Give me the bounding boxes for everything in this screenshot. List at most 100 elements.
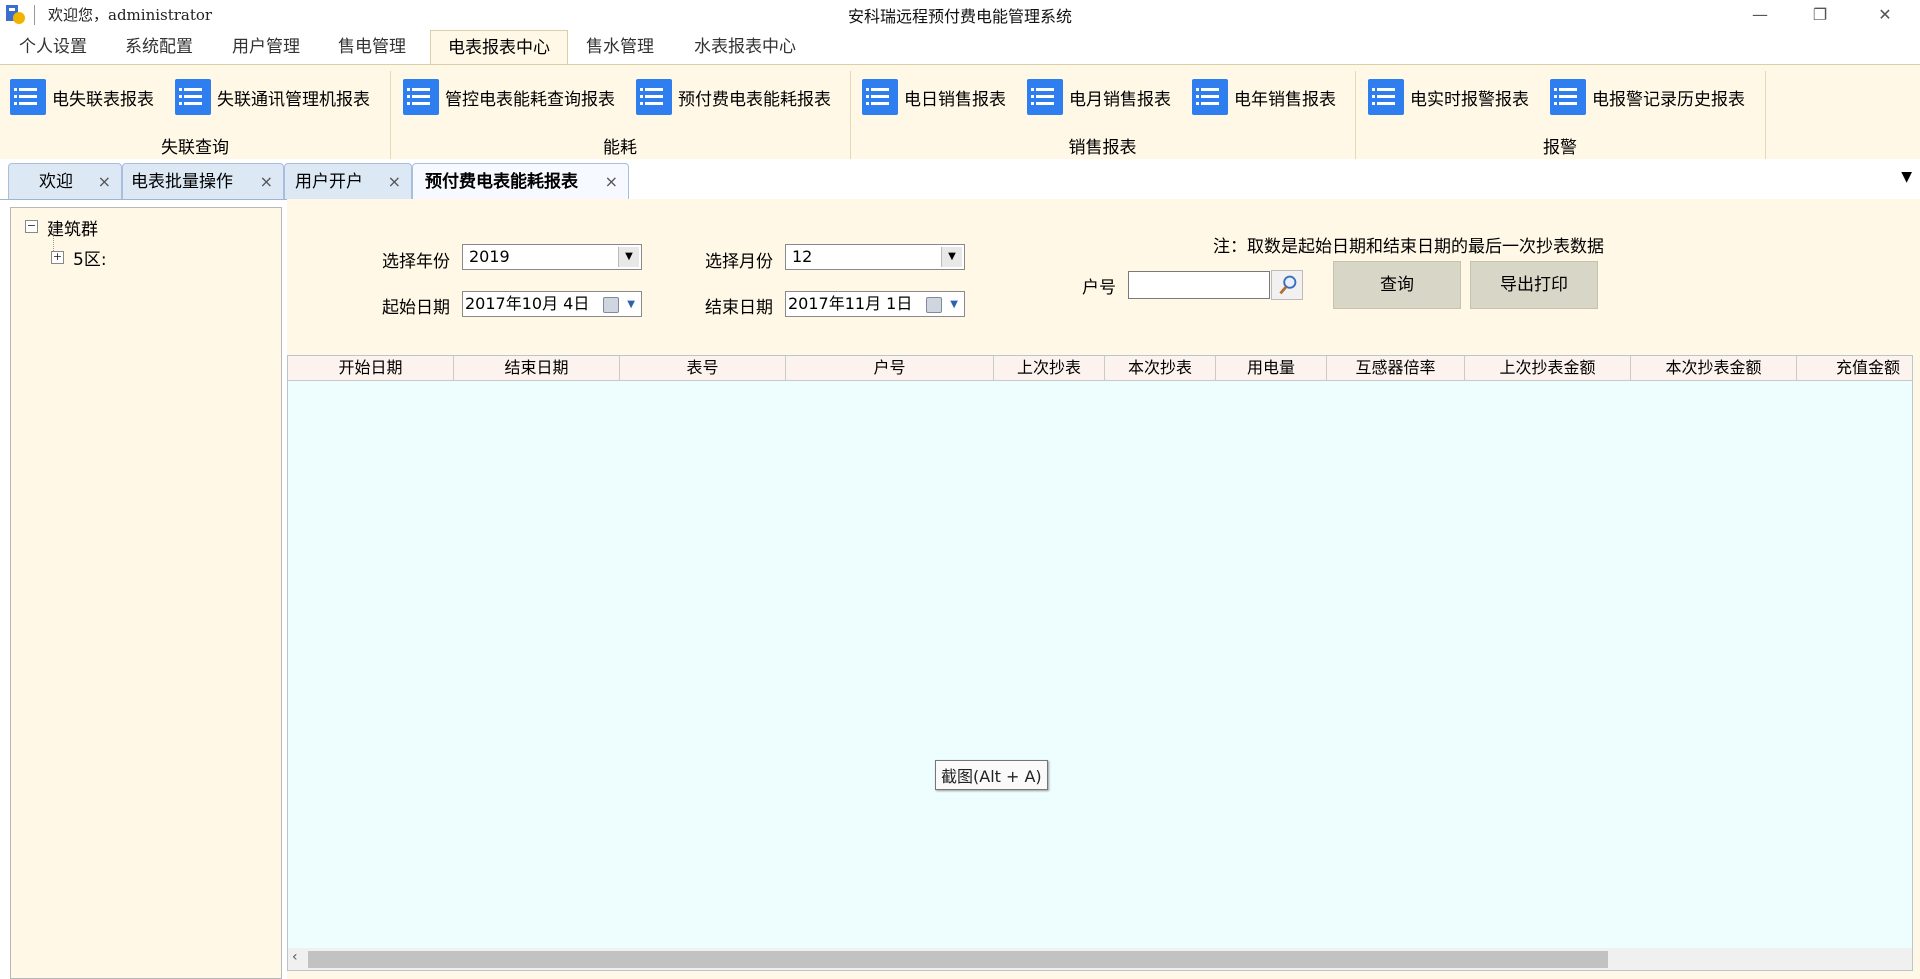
dropdown-arrow-icon: ▼ [950, 299, 958, 310]
doc-tab-user-account-open[interactable]: 用户开户 × [284, 163, 412, 199]
column-header-end-date[interactable]: 结束日期 [454, 356, 620, 380]
ribbon-button-daily-sales-report[interactable]: 电日销售报表 [862, 77, 1006, 117]
tree-node-zone-5[interactable]: 5区: [73, 245, 107, 270]
export-print-button[interactable]: 导出打印 [1470, 261, 1598, 309]
scroll-left-icon[interactable]: ‹ [292, 949, 298, 965]
report-list-icon [10, 79, 46, 115]
account-number-input[interactable] [1128, 271, 1270, 299]
ribbon-button-offline-comm-manager-report[interactable]: 失联通讯管理机报表 [175, 77, 370, 117]
ribbon-separator [1765, 71, 1766, 159]
ribbon-group-alarm: 报警 [1543, 138, 1577, 158]
ribbon-group-sales-reports: 销售报表 [1068, 138, 1137, 158]
doc-tab-prepaid-energy-report[interactable]: 预付费电表能耗报表 × [412, 163, 629, 199]
horizontal-scrollbar[interactable]: ‹ [288, 948, 1912, 970]
close-button[interactable]: ✕ [1855, 0, 1915, 30]
ribbon-button-prepaid-meter-energy-report[interactable]: 预付费电表能耗报表 [636, 77, 831, 117]
building-tree-panel: − 建筑群 + 5区: [10, 207, 282, 979]
column-header-recharge-amount[interactable]: 充值金额 [1797, 356, 1912, 380]
title-bar: 欢迎您，administrator 安科瑞远程预付费电能管理系统 — ❐ ✕ [0, 0, 1920, 30]
ribbon-button-alarm-history-report[interactable]: 电报警记录历史报表 [1550, 77, 1745, 117]
report-list-icon [1368, 79, 1404, 115]
start-date-picker[interactable]: 2017年10月 4日 ▼ [462, 291, 642, 317]
doc-tab-label: 电表批量操作 [131, 172, 233, 192]
column-header-current-amount[interactable]: 本次抄表金额 [1631, 356, 1797, 380]
ribbon-button-controlled-meter-energy-report[interactable]: 管控电表能耗查询报表 [403, 77, 615, 117]
ribbon: 电失联表报表 失联通讯管理机报表 管控电表能耗查询报表 预付费电表能耗报表 电日… [0, 64, 1920, 160]
menu-tab-system-config[interactable]: 系统配置 [114, 30, 204, 64]
calendar-icon [926, 297, 942, 313]
report-list-icon [1192, 79, 1228, 115]
screenshot-tooltip: 截图(Alt + A) [935, 760, 1048, 790]
end-date-picker[interactable]: 2017年11月 1日 ▼ [785, 291, 965, 317]
account-label: 户号 [1082, 278, 1116, 298]
expand-node-icon[interactable]: + [51, 251, 64, 264]
tab-list-dropdown-icon[interactable]: ▼ [1901, 169, 1912, 185]
menu-bar: 个人设置 系统配置 用户管理 售电管理 电表报表中心 售水管理 水表报表中心 [0, 30, 1920, 65]
close-tab-icon[interactable]: × [605, 164, 618, 200]
calendar-icon [603, 297, 619, 313]
dropdown-arrow-icon: ▼ [941, 247, 962, 267]
document-tab-strip: 欢迎 × 电表批量操作 × 用户开户 × 预付费电表能耗报表 × ▼ [0, 159, 1920, 200]
year-value: 2019 [469, 247, 510, 266]
menu-tab-user-management[interactable]: 用户管理 [221, 30, 311, 64]
close-tab-icon[interactable]: × [98, 164, 111, 200]
column-header-account-no[interactable]: 户号 [786, 356, 994, 380]
column-header-current-reading[interactable]: 本次抄表 [1105, 356, 1216, 380]
column-header-start-date[interactable]: 开始日期 [288, 356, 454, 380]
doc-tab-label: 预付费电表能耗报表 [425, 172, 578, 192]
grid-header: 开始日期 结束日期 表号 户号 上次抄表 本次抄表 用电量 互感器倍率 上次抄表… [288, 356, 1912, 381]
menu-tab-water-sales[interactable]: 售水管理 [575, 30, 665, 64]
doc-tab-welcome[interactable]: 欢迎 × [8, 163, 122, 199]
column-header-ct-ratio[interactable]: 互感器倍率 [1327, 356, 1465, 380]
doc-tab-label: 欢迎 [39, 172, 73, 192]
menu-tab-personal-settings[interactable]: 个人设置 [8, 30, 98, 64]
report-data-grid: 开始日期 结束日期 表号 户号 上次抄表 本次抄表 用电量 互感器倍率 上次抄表… [287, 355, 1913, 971]
column-header-last-reading[interactable]: 上次抄表 [994, 356, 1105, 380]
ribbon-button-label: 预付费电表能耗报表 [678, 89, 831, 110]
start-date-value: 2017年10月 4日 [465, 294, 590, 313]
ribbon-group-offline-query: 失联查询 [161, 138, 229, 158]
ribbon-button-yearly-sales-report[interactable]: 电年销售报表 [1192, 77, 1336, 117]
close-tab-icon[interactable]: × [260, 164, 273, 200]
data-note: 注：取数是起始日期和结束日期的最后一次抄表数据 [1213, 237, 1604, 257]
minimize-button[interactable]: — [1730, 0, 1790, 30]
report-list-icon [636, 79, 672, 115]
report-list-icon [403, 79, 439, 115]
year-select[interactable]: 2019 ▼ [462, 244, 642, 270]
ribbon-button-label: 失联通讯管理机报表 [217, 89, 370, 110]
ribbon-button-label: 电失联表报表 [52, 89, 154, 110]
ribbon-button-monthly-sales-report[interactable]: 电月销售报表 [1027, 77, 1171, 117]
menu-tab-electricity-sales[interactable]: 售电管理 [327, 30, 417, 64]
column-header-consumption[interactable]: 用电量 [1216, 356, 1327, 380]
report-list-icon [1027, 79, 1063, 115]
query-button[interactable]: 查询 [1333, 261, 1461, 309]
menu-tab-meter-report-center[interactable]: 电表报表中心 [430, 30, 568, 65]
close-tab-icon[interactable]: × [388, 164, 401, 200]
column-header-meter-no[interactable]: 表号 [620, 356, 786, 380]
ribbon-button-label: 电日销售报表 [904, 89, 1006, 110]
app-title: 安科瑞远程预付费电能管理系统 [847, 7, 1072, 26]
ribbon-button-realtime-alarm-report[interactable]: 电实时报警报表 [1368, 77, 1529, 117]
report-list-icon [1550, 79, 1586, 115]
month-value: 12 [792, 247, 813, 266]
report-list-icon [862, 79, 898, 115]
doc-tab-meter-batch-ops[interactable]: 电表批量操作 × [122, 163, 284, 199]
ribbon-button-offline-meter-report[interactable]: 电失联表报表 [10, 77, 154, 117]
year-label: 选择年份 [382, 252, 450, 272]
dropdown-arrow-icon: ▼ [627, 299, 635, 310]
restore-button[interactable]: ❐ [1790, 0, 1850, 30]
month-label: 选择月份 [705, 252, 773, 272]
start-date-label: 起始日期 [382, 298, 450, 318]
doc-tab-label: 用户开户 [295, 172, 363, 192]
menu-tab-water-report-center[interactable]: 水表报表中心 [685, 30, 805, 64]
ribbon-button-label: 电月销售报表 [1069, 89, 1171, 110]
ribbon-button-label: 电实时报警报表 [1410, 89, 1529, 110]
month-select[interactable]: 12 ▼ [785, 244, 965, 270]
ribbon-button-label: 电年销售报表 [1234, 89, 1336, 110]
ribbon-group-energy: 能耗 [603, 138, 637, 158]
report-list-icon [175, 79, 211, 115]
column-header-last-amount[interactable]: 上次抄表金额 [1465, 356, 1631, 380]
collapse-node-icon[interactable]: − [25, 220, 38, 233]
scrollbar-thumb[interactable] [308, 951, 1608, 968]
search-icon[interactable] [1271, 270, 1303, 300]
